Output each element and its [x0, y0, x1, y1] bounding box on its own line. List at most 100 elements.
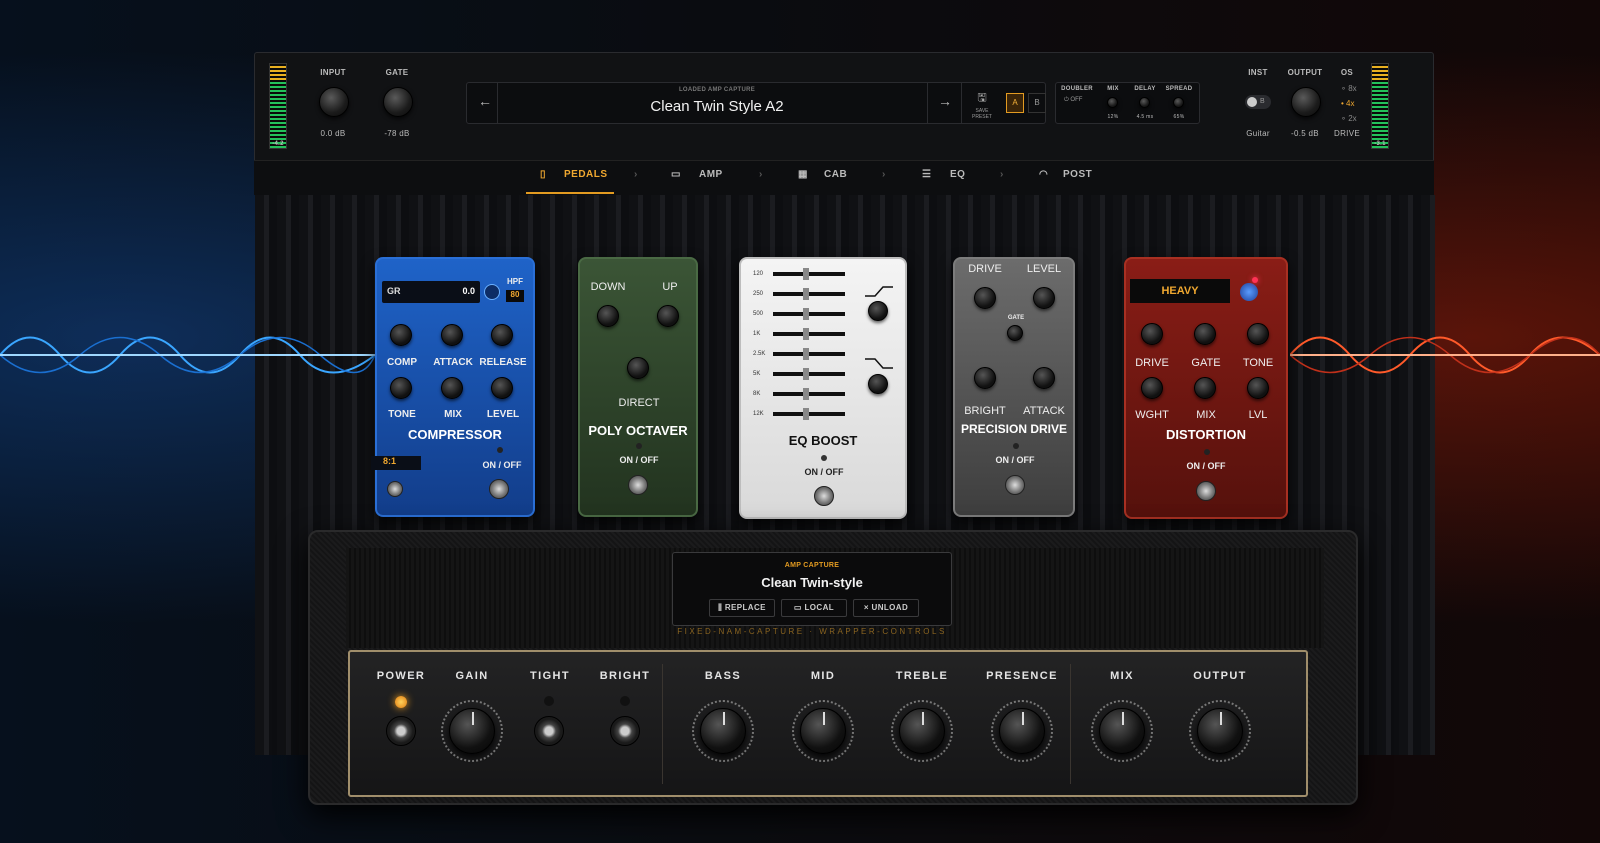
gate-knob[interactable]: [1194, 323, 1216, 345]
mode-knob[interactable]: [1240, 283, 1258, 301]
input-knob[interactable]: [319, 87, 349, 117]
treble-knob[interactable]: [899, 708, 945, 754]
save-preset-button[interactable]: 🖫 SAVE PRESET: [967, 89, 997, 120]
poly-octaver-pedal: DOWN UP DIRECT POLY OCTAVER ON / OFF: [578, 257, 698, 517]
capture-name: Clean Twin-style: [761, 575, 863, 590]
os-option-4x[interactable]: • 4x: [1341, 96, 1357, 111]
mid-knob[interactable]: [800, 708, 846, 754]
tight-switch[interactable]: [534, 716, 564, 746]
distortion-footswitch[interactable]: [1196, 481, 1216, 501]
output-knob[interactable]: [1197, 708, 1243, 754]
precision-footswitch[interactable]: [1005, 475, 1025, 495]
doubler-delay-knob[interactable]: [1139, 97, 1150, 108]
os-options[interactable]: ∘ 8x • 4x ∘ 2x: [1341, 81, 1357, 126]
eq-boost-title: EQ BOOST: [788, 433, 858, 448]
tone-knob[interactable]: [390, 377, 412, 399]
preset-slot-a-button[interactable]: A: [1006, 93, 1024, 113]
doubler-spread-knob[interactable]: [1173, 97, 1184, 108]
bass-knob[interactable]: [700, 708, 746, 754]
eq-slider-12k[interactable]: [803, 408, 809, 420]
tab-post[interactable]: ◠ POST: [1037, 161, 1097, 194]
local-button[interactable]: ▭ LOCAL: [781, 599, 847, 617]
eq-slider-120[interactable]: [803, 268, 809, 280]
compressor-jack: [387, 481, 403, 497]
distortion-title: DISTORTION: [1166, 427, 1246, 442]
comp-knob[interactable]: [390, 324, 412, 346]
level-knob[interactable]: [491, 377, 513, 399]
presence-knob[interactable]: [999, 708, 1045, 754]
compressor-pedal: GR 0.0 HPF 80 COMP ATTACK RELEASE TONE M…: [371, 257, 535, 517]
tab-pedals[interactable]: ▯ PEDALS: [526, 161, 614, 194]
input-meter: [269, 63, 287, 149]
status-led: [497, 447, 503, 453]
tab-amp[interactable]: ▭ AMP: [669, 161, 729, 194]
tab-cab[interactable]: ▦ CAB: [796, 161, 856, 194]
eq-boost-pedal: 120 250 500 1K 2.5K 5K 8K 12K EQ BOOST O…: [739, 257, 907, 519]
down-knob[interactable]: [597, 305, 619, 327]
bright-knob[interactable]: [974, 367, 996, 389]
direct-knob[interactable]: [627, 357, 649, 379]
gate-value: -78 dB: [384, 129, 410, 138]
eq-sliders: 120 250 500 1K 2.5K 5K 8K 12K: [741, 259, 881, 429]
pedal-icon: ▯: [540, 169, 547, 180]
eq-slider-8k[interactable]: [803, 388, 809, 400]
drive-knob[interactable]: [974, 287, 996, 309]
compressor-title: COMPRESSOR: [408, 427, 502, 442]
doubler-toggle[interactable]: ⏻ OFF: [1064, 97, 1092, 104]
input-value: 0.0 dB: [320, 129, 346, 138]
prev-preset-arrow-icon[interactable]: ←: [475, 93, 495, 113]
bright-switch[interactable]: [610, 716, 640, 746]
compressor-hpf-knob[interactable]: [484, 284, 500, 300]
eq-slider-250[interactable]: [803, 288, 809, 300]
next-preset-arrow-icon[interactable]: →: [935, 93, 955, 113]
attack-knob[interactable]: [441, 324, 463, 346]
compressor-footswitch[interactable]: [489, 479, 509, 499]
gain-knob[interactable]: [449, 708, 495, 754]
hpf-value: 80: [506, 290, 524, 302]
eq-slider-2.5k[interactable]: [803, 348, 809, 360]
mix-knob[interactable]: [441, 377, 463, 399]
amp-icon: ▭: [671, 169, 681, 180]
low-shelf-knob[interactable]: [868, 374, 888, 394]
preset-name[interactable]: Clean Twin Style A2: [607, 98, 827, 115]
attack-knob[interactable]: [1033, 367, 1055, 389]
poly-octaver-title: POLY OCTAVER: [588, 423, 688, 438]
input-meter-value: -4.2: [272, 141, 284, 147]
preset-slot-b-button[interactable]: B: [1028, 93, 1046, 113]
tab-eq[interactable]: ☰ EQ: [920, 161, 980, 194]
octaver-footswitch[interactable]: [628, 475, 648, 495]
eq-slider-500[interactable]: [803, 308, 809, 320]
os-option-2x[interactable]: ∘ 2x: [1341, 111, 1357, 126]
gate-knob[interactable]: [1007, 325, 1023, 341]
up-knob[interactable]: [657, 305, 679, 327]
unload-button[interactable]: × UNLOAD: [853, 599, 919, 617]
release-knob[interactable]: [491, 324, 513, 346]
status-led: [1204, 449, 1210, 455]
amp-capture-box: AMP CAPTURE Clean Twin-style ⫼ REPLACE ▭…: [672, 552, 952, 626]
precision-drive-pedal: DRIVE LEVEL GATE BRIGHT ATTACK PRECISION…: [953, 257, 1075, 517]
power-lamp: [395, 696, 407, 708]
eq-slider-5k[interactable]: [803, 368, 809, 380]
replace-button[interactable]: ⫼ REPLACE: [709, 599, 775, 617]
inst-toggle[interactable]: B: [1245, 95, 1271, 109]
doubler-mix-knob[interactable]: [1107, 97, 1118, 108]
lvl-knob[interactable]: [1247, 377, 1269, 399]
gate-knob[interactable]: [383, 87, 413, 117]
save-icon: 🖫: [977, 92, 987, 104]
output-knob[interactable]: [1291, 87, 1321, 117]
weight-knob[interactable]: [1141, 377, 1163, 399]
mode-display[interactable]: HEAVY: [1130, 279, 1230, 303]
cabinet-icon: ▦: [798, 169, 808, 180]
eq-footswitch[interactable]: [814, 486, 834, 506]
red-waveform: [1290, 336, 1600, 374]
level-knob[interactable]: [1033, 287, 1055, 309]
ratio-display[interactable]: 8:1: [371, 456, 421, 470]
high-shelf-knob[interactable]: [868, 301, 888, 321]
mix-knob[interactable]: [1099, 708, 1145, 754]
mix-knob[interactable]: [1194, 377, 1216, 399]
drive-knob[interactable]: [1141, 323, 1163, 345]
tone-knob[interactable]: [1247, 323, 1269, 345]
eq-slider-1k[interactable]: [803, 328, 809, 340]
os-option-8x[interactable]: ∘ 8x: [1341, 81, 1357, 96]
power-switch[interactable]: [386, 716, 416, 746]
